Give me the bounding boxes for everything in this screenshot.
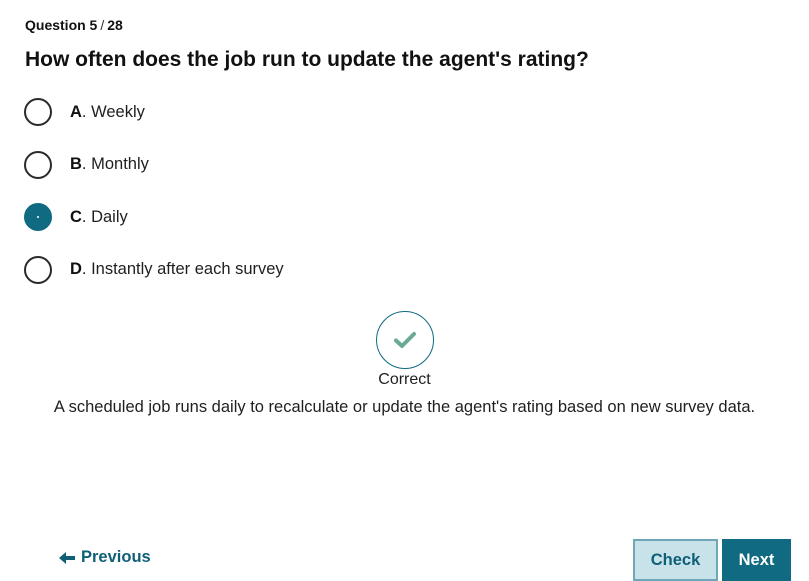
correct-badge — [375, 311, 434, 369]
option-b-text: . Monthly — [81, 155, 149, 173]
option-c-label: C. Daily — [70, 208, 128, 227]
question-number: Question 5 — [25, 17, 98, 33]
option-d-label: D. Instantly after each survey — [70, 260, 284, 279]
option-b-label: B. Monthly — [70, 155, 149, 174]
option-d-text: . Instantly after each survey — [81, 260, 284, 278]
check-button[interactable]: Check — [633, 539, 718, 581]
arrow-left-icon — [58, 551, 76, 565]
option-b-letter: B — [70, 155, 82, 173]
option-d-letter: D — [70, 260, 82, 278]
option-a-label: A. Weekly — [70, 103, 145, 122]
counter-separator: / — [100, 17, 105, 33]
option-a[interactable]: A. Weekly — [24, 98, 284, 126]
question-text: How often does the job run to update the… — [25, 48, 589, 71]
option-d[interactable]: D. Instantly after each survey — [24, 255, 284, 284]
answer-feedback: Correct A scheduled job runs daily to re… — [0, 311, 809, 420]
previous-button[interactable]: Previous — [58, 548, 151, 567]
next-button[interactable]: Next — [722, 539, 791, 581]
feedback-status: Correct — [378, 371, 431, 388]
previous-button-label: Previous — [81, 548, 151, 566]
option-a-text: . Weekly — [81, 102, 145, 121]
radio-dot — [37, 216, 39, 218]
option-c-text: . Daily — [81, 207, 128, 226]
radio-button-c-selected[interactable] — [24, 203, 52, 231]
option-b[interactable]: B. Monthly — [24, 150, 284, 179]
option-a-letter: A — [70, 102, 82, 121]
question-total: 28 — [107, 17, 123, 33]
answer-options: A. Weekly B. Monthly C. Daily D. Instant… — [24, 98, 284, 308]
radio-button-b[interactable] — [24, 150, 52, 179]
checkmark-icon — [393, 332, 416, 348]
option-c-letter: C — [70, 207, 82, 226]
radio-button-d[interactable] — [24, 255, 52, 284]
question-counter: Question 5/28 — [25, 17, 123, 33]
option-c[interactable]: C. Daily — [24, 203, 284, 231]
feedback-explanation: A scheduled job runs daily to recalculat… — [53, 398, 756, 416]
radio-button-a[interactable] — [24, 98, 52, 126]
